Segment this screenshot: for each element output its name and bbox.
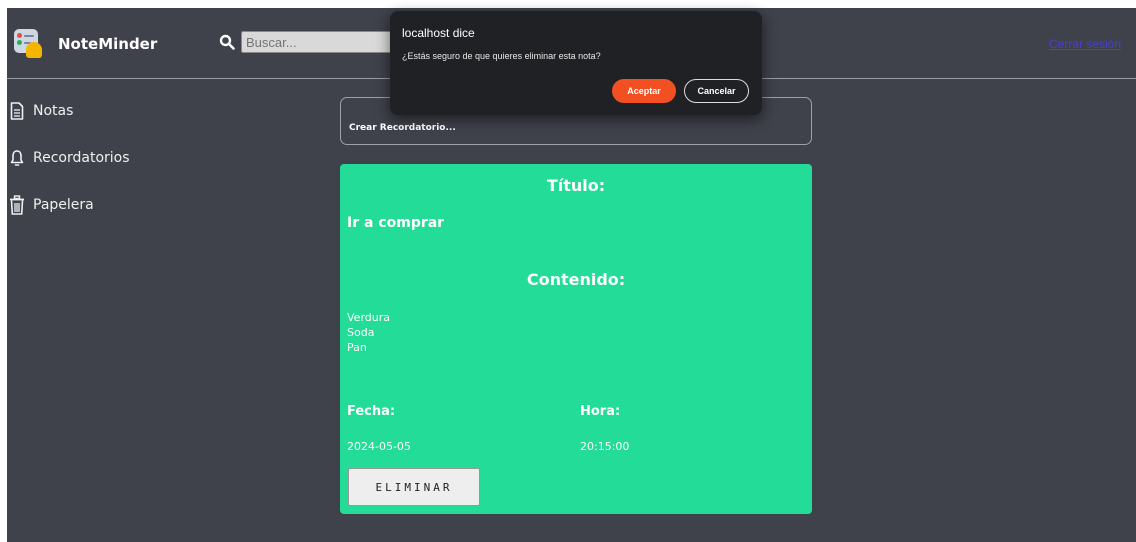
note-content: Verdura Soda Pan — [347, 310, 390, 355]
dialog-message: ¿Estás seguro de que quieres eliminar es… — [402, 51, 601, 61]
search-box — [219, 31, 419, 53]
app-name: NoteMinder — [58, 35, 158, 53]
content-heading: Contenido: — [526, 270, 626, 289]
delete-button[interactable]: ELIMINAR — [348, 468, 480, 506]
sidebar-item-label: Recordatorios — [33, 150, 130, 166]
create-reminder-label: Crear Recordatorio... — [349, 123, 456, 133]
title-heading: Título: — [546, 176, 606, 195]
content-line: Verdura — [347, 311, 390, 324]
sidebar-item-label: Notas — [33, 103, 74, 119]
date-label: Fecha: — [347, 404, 396, 419]
content-line: Pan — [347, 341, 367, 354]
accept-button[interactable]: Aceptar — [612, 79, 676, 103]
bell-icon — [7, 147, 27, 169]
content-line: Soda — [347, 326, 375, 339]
sidebar-item-notas[interactable]: Notas — [7, 100, 207, 122]
brand[interactable]: NoteMinder — [14, 27, 157, 61]
logout-link[interactable]: Cerrar sesión — [1049, 37, 1121, 51]
time-value: 20:15:00 — [580, 440, 630, 453]
search-icon — [219, 34, 235, 50]
note-card: Título: Ir a comprar Contenido: Verdura … — [340, 164, 812, 514]
note-title: Ir a comprar — [347, 215, 445, 231]
sidebar-item-label: Papelera — [33, 197, 94, 213]
sidebar: Notas Recordatorios Papelera — [7, 100, 207, 241]
sidebar-item-recordatorios[interactable]: Recordatorios — [7, 147, 207, 169]
cancel-button[interactable]: Cancelar — [684, 79, 749, 103]
date-value: 2024-05-05 — [347, 440, 411, 453]
dialog-title: localhost dice — [402, 26, 475, 40]
document-icon — [7, 100, 27, 122]
trash-icon — [7, 194, 27, 216]
time-label: Hora: — [580, 404, 621, 419]
app-logo-icon — [14, 29, 44, 59]
confirm-dialog: localhost dice ¿Estás seguro de que quie… — [390, 11, 762, 115]
sidebar-item-papelera[interactable]: Papelera — [7, 194, 207, 216]
